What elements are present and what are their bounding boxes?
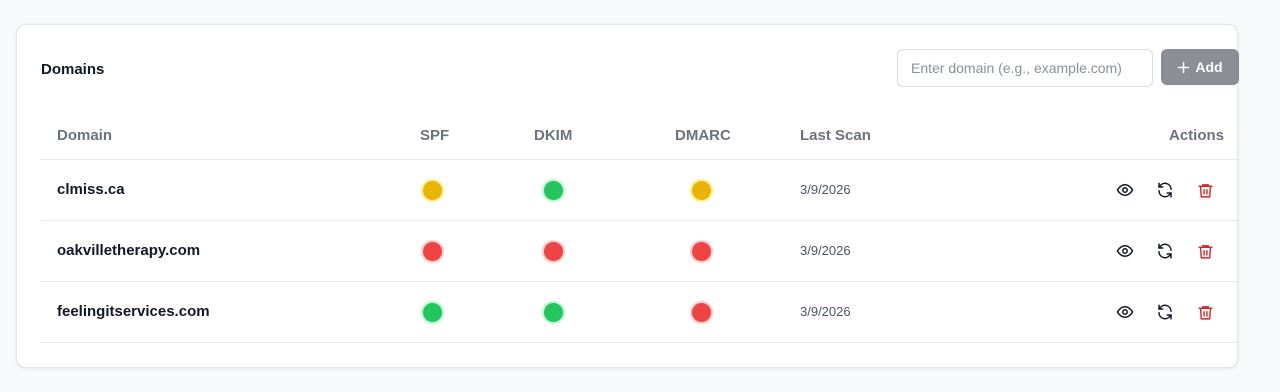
refresh-icon[interactable] xyxy=(1155,241,1175,261)
eye-icon[interactable] xyxy=(1115,180,1135,200)
table-row: feelingitservices.com 3/9/2026 xyxy=(41,282,1239,343)
dmarc-status-dot xyxy=(692,303,711,322)
domain-input[interactable] xyxy=(897,49,1153,87)
header-dkim[interactable]: DKIM xyxy=(534,127,572,144)
spf-status-dot xyxy=(423,303,442,322)
eye-icon[interactable] xyxy=(1115,241,1135,261)
trash-icon[interactable] xyxy=(1195,241,1215,261)
spf-status-dot xyxy=(423,181,442,200)
add-domain-button[interactable]: Add xyxy=(1161,49,1239,85)
header-last-scan[interactable]: Last Scan xyxy=(800,127,871,144)
table-header: Domain SPF DKIM DMARC Last Scan Actions xyxy=(41,110,1239,160)
dmarc-status-dot xyxy=(692,242,711,261)
domain-name: oakvilletherapy.com xyxy=(57,242,201,259)
trash-icon[interactable] xyxy=(1195,180,1215,200)
header-dmarc[interactable]: DMARC xyxy=(675,127,731,144)
refresh-icon[interactable] xyxy=(1155,302,1175,322)
refresh-icon[interactable] xyxy=(1155,180,1175,200)
last-scan-date: 3/9/2026 xyxy=(800,304,851,319)
dkim-status-dot xyxy=(544,303,563,322)
last-scan-date: 3/9/2026 xyxy=(800,243,851,258)
spf-status-dot xyxy=(423,242,442,261)
table-row: clmiss.ca 3/9/2026 xyxy=(41,160,1239,221)
trash-icon[interactable] xyxy=(1195,302,1215,322)
domain-name: feelingitservices.com xyxy=(57,303,210,320)
header-domain[interactable]: Domain xyxy=(57,127,112,144)
dkim-status-dot xyxy=(544,181,563,200)
header-actions: Actions xyxy=(1169,127,1225,144)
header-spf[interactable]: SPF xyxy=(420,127,449,144)
domain-name: clmiss.ca xyxy=(57,181,125,198)
domains-card: Domains Add Domain SPF DKIM DMARC Last S… xyxy=(16,24,1239,368)
table-row: oakvilletherapy.com 3/9/2026 xyxy=(41,221,1239,282)
plus-icon xyxy=(1177,61,1190,74)
last-scan-date: 3/9/2026 xyxy=(800,182,851,197)
dkim-status-dot xyxy=(544,242,563,261)
dmarc-status-dot xyxy=(692,181,711,200)
eye-icon[interactable] xyxy=(1115,302,1135,322)
add-button-label: Add xyxy=(1195,59,1223,75)
card-title: Domains xyxy=(41,61,105,78)
